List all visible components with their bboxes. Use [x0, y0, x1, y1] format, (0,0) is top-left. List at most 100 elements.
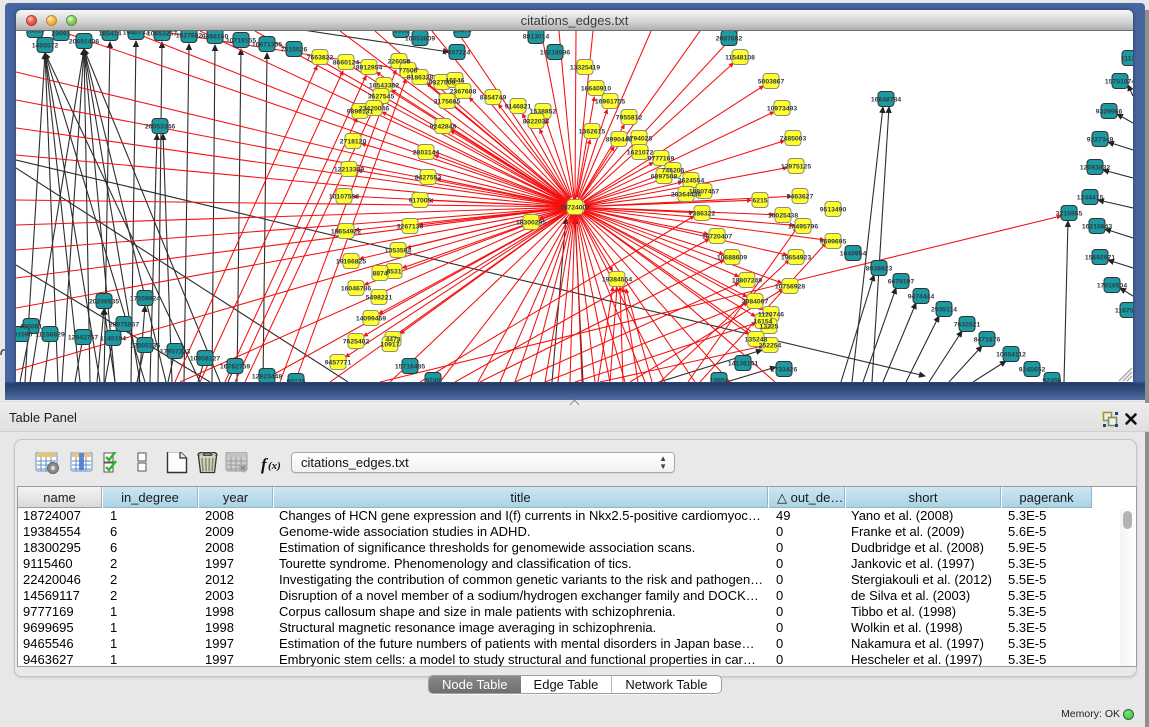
- svg-text:12505135: 12505135: [130, 343, 160, 350]
- svg-text:10958127: 10958127: [190, 356, 220, 363]
- svg-text:10107554: 10107554: [329, 194, 359, 201]
- svg-text:12923448: 12923448: [252, 374, 282, 381]
- svg-text:7632621: 7632621: [954, 322, 981, 329]
- svg-text:10654112: 10654112: [996, 352, 1026, 359]
- svg-text:8322037: 8322037: [523, 119, 550, 126]
- svg-text:6215: 6215: [752, 198, 767, 205]
- svg-text:16640910: 16640910: [581, 86, 611, 93]
- svg-text:20691406: 20691406: [69, 39, 99, 46]
- svg-text:18807249: 18807249: [732, 278, 762, 285]
- svg-text:8874: 8874: [372, 271, 387, 278]
- svg-text:10688609: 10688609: [717, 255, 747, 262]
- svg-text:252254: 252254: [759, 343, 782, 350]
- svg-text:20206535: 20206535: [89, 299, 119, 306]
- svg-text:2087682: 2087682: [716, 36, 743, 43]
- svg-text:12942757: 12942757: [68, 335, 98, 342]
- svg-text:20053346: 20053346: [145, 124, 175, 131]
- svg-text:9329966: 9329966: [1096, 109, 1123, 116]
- svg-text:226058: 226058: [388, 59, 411, 66]
- svg-text:1244415: 1244415: [1077, 195, 1104, 202]
- svg-text:9474444: 9474444: [908, 294, 935, 301]
- svg-text:11123: 11123: [1121, 56, 1133, 63]
- svg-text:1353594: 1353594: [385, 248, 412, 255]
- svg-text:18300295: 18300295: [516, 220, 546, 227]
- svg-text:14136141: 14136141: [728, 361, 758, 368]
- svg-text:16648784: 16648784: [871, 97, 901, 104]
- svg-text:9146821: 9146821: [505, 104, 532, 111]
- svg-text:9777169: 9777169: [648, 156, 675, 163]
- svg-text:9242848: 9242848: [430, 124, 457, 131]
- svg-text:10917: 10917: [381, 342, 400, 349]
- svg-text:17957223: 17957223: [160, 349, 190, 356]
- svg-text:391590: 391590: [16, 332, 33, 339]
- svg-text:7386322: 7386322: [689, 211, 716, 218]
- svg-text:15751074: 15751074: [1105, 79, 1133, 86]
- svg-text:10756928: 10756928: [775, 284, 805, 291]
- svg-text:435061: 435061: [20, 324, 43, 331]
- svg-text:1733426: 1733426: [771, 367, 798, 374]
- svg-text:9227349: 9227349: [1087, 137, 1114, 144]
- svg-text:9457771: 9457771: [325, 360, 352, 367]
- svg-text:7515526: 7515526: [281, 47, 308, 54]
- svg-text:2718120: 2718120: [340, 139, 367, 146]
- svg-text:10973493: 10973493: [767, 106, 797, 113]
- svg-text:17359924: 17359924: [130, 296, 160, 303]
- svg-text:9463627: 9463627: [787, 194, 814, 201]
- svg-text:2935114: 2935114: [931, 307, 957, 314]
- svg-text:16154: 16154: [754, 319, 773, 326]
- svg-text:8938923: 8938923: [866, 266, 893, 273]
- svg-text:16961755: 16961755: [595, 99, 625, 106]
- svg-text:1538852: 1538852: [530, 109, 557, 116]
- svg-text:16210643: 16210643: [1082, 224, 1112, 231]
- svg-text:6679197: 6679197: [888, 279, 915, 286]
- svg-text:5003867: 5003867: [758, 79, 785, 86]
- svg-text:9466160: 9466160: [202, 34, 229, 41]
- svg-text:16782759: 16782759: [220, 364, 250, 371]
- svg-text:19654922: 19654922: [331, 229, 361, 236]
- svg-text:7625402: 7625402: [343, 339, 370, 346]
- svg-text:12213369: 12213369: [334, 167, 364, 174]
- svg-text:18316: 18316: [26, 31, 45, 35]
- svg-text:10654: 10654: [710, 378, 729, 382]
- svg-text:16671355: 16671355: [252, 42, 282, 49]
- svg-text:19218596: 19218596: [540, 50, 570, 57]
- svg-text:3627545: 3627545: [368, 94, 395, 101]
- svg-text:20091: 20091: [52, 31, 71, 38]
- svg-text:2803144: 2803144: [413, 150, 440, 157]
- svg-text:15692971: 15692971: [1085, 255, 1115, 262]
- svg-text:95135: 95135: [287, 379, 306, 382]
- svg-text:18724007: 18724007: [560, 205, 590, 212]
- svg-text:19384554: 19384554: [602, 277, 632, 284]
- svg-text:7663822: 7663822: [307, 55, 334, 62]
- svg-text:20364436: 20364436: [671, 192, 701, 199]
- svg-text:6794028: 6794028: [626, 136, 653, 143]
- svg-text:3267130: 3267130: [397, 224, 424, 231]
- svg-text:7485003: 7485003: [780, 136, 807, 143]
- svg-text:8912954: 8912954: [356, 65, 383, 72]
- svg-text:16543382: 16543382: [369, 83, 399, 90]
- svg-text:1167534: 1167534: [1115, 308, 1133, 315]
- svg-text:13325419: 13325419: [570, 65, 600, 72]
- svg-text:10474: 10474: [453, 31, 472, 35]
- svg-text:12093832: 12093832: [1080, 165, 1110, 172]
- svg-text:2367608: 2367608: [450, 89, 477, 96]
- svg-text:10025438: 10025438: [768, 213, 798, 220]
- svg-text:1145194: 1145194: [100, 336, 126, 343]
- svg-text:9699695: 9699695: [820, 239, 847, 246]
- svg-text:8454749: 8454749: [480, 95, 507, 102]
- svg-text:8813014: 8813014: [523, 34, 550, 41]
- svg-text:7955812: 7955812: [616, 115, 643, 122]
- svg-text:3215955: 3215955: [1056, 211, 1083, 218]
- svg-text:19166825: 19166825: [336, 259, 366, 266]
- svg-text:185414: 185414: [99, 31, 122, 38]
- svg-text:14099469: 14099469: [356, 316, 386, 323]
- svg-text:3084067: 3084067: [742, 299, 769, 306]
- svg-text:3175685: 3175685: [434, 99, 461, 106]
- svg-text:3624554: 3624554: [678, 178, 705, 185]
- svg-text:19654923: 19654923: [781, 255, 811, 262]
- svg-text:20975867: 20975867: [109, 322, 139, 329]
- svg-text:9513490: 9513490: [820, 207, 847, 214]
- svg-text:17016504: 17016504: [1097, 283, 1127, 290]
- svg-text:8427552: 8427552: [415, 175, 442, 182]
- svg-text:9245: 9245: [425, 378, 440, 382]
